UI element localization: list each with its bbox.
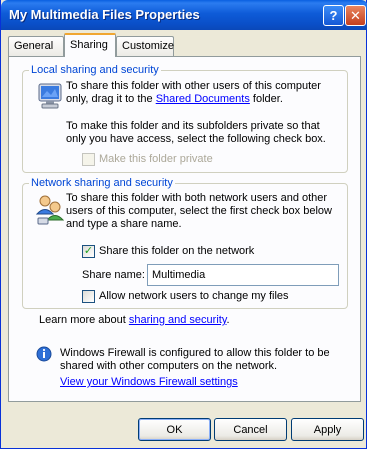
info-icon [36,346,52,362]
computer-icon [38,83,62,109]
local-sharing-legend: Local sharing and security [29,64,161,76]
close-button[interactable]: ✕ [345,5,366,26]
allow-change-checkbox[interactable] [82,290,95,303]
network-users-icon [35,195,65,225]
make-private-checkbox[interactable] [82,153,95,166]
sharing-and-security-link[interactable]: sharing and security [129,314,227,326]
firewall-settings-link[interactable]: View your Windows Firewall settings [60,376,238,388]
title-bar[interactable]: My Multimedia Files Properties ? ✕ [1,0,367,30]
learn-more-prefix: Learn more about [39,314,129,326]
cancel-button[interactable]: Cancel [214,418,287,441]
local-sharing-text-suffix: folder. [249,93,283,105]
learn-more-suffix: . [226,314,230,326]
apply-button[interactable]: Apply [291,418,364,441]
local-sharing-text: To share this folder with other users of… [66,80,342,106]
share-on-network-checkbox[interactable]: ✓ [82,245,95,258]
learn-more-text: Learn more about sharing and security. [39,314,230,326]
network-sharing-legend: Network sharing and security [29,177,175,189]
private-description: To make this folder and its subfolders p… [66,120,326,145]
tab-sharing[interactable]: Sharing [64,33,116,57]
make-private-label: Make this folder private [99,153,213,165]
tab-customize[interactable]: Customize [116,36,174,56]
share-name-input[interactable] [147,264,339,286]
window-title: My Multimedia Files Properties [9,7,200,22]
firewall-text: Windows Firewall is configured to allow … [60,347,330,372]
checkmark-icon: ✓ [83,245,94,257]
allow-change-label: Allow network users to change my files [99,290,289,302]
shared-documents-link[interactable]: Shared Documents [156,93,250,105]
properties-dialog: My Multimedia Files Properties ? ✕ Gener… [0,0,367,449]
help-icon: ? [329,8,338,23]
close-icon: ✕ [350,7,361,23]
share-name-label: Share name: [82,269,145,281]
share-on-network-label: Share this folder on the network [99,245,255,257]
network-sharing-text: To share this folder with both network u… [66,192,332,230]
tab-general[interactable]: General [8,36,64,56]
help-button[interactable]: ? [323,5,344,26]
ok-button[interactable]: OK [138,418,211,441]
